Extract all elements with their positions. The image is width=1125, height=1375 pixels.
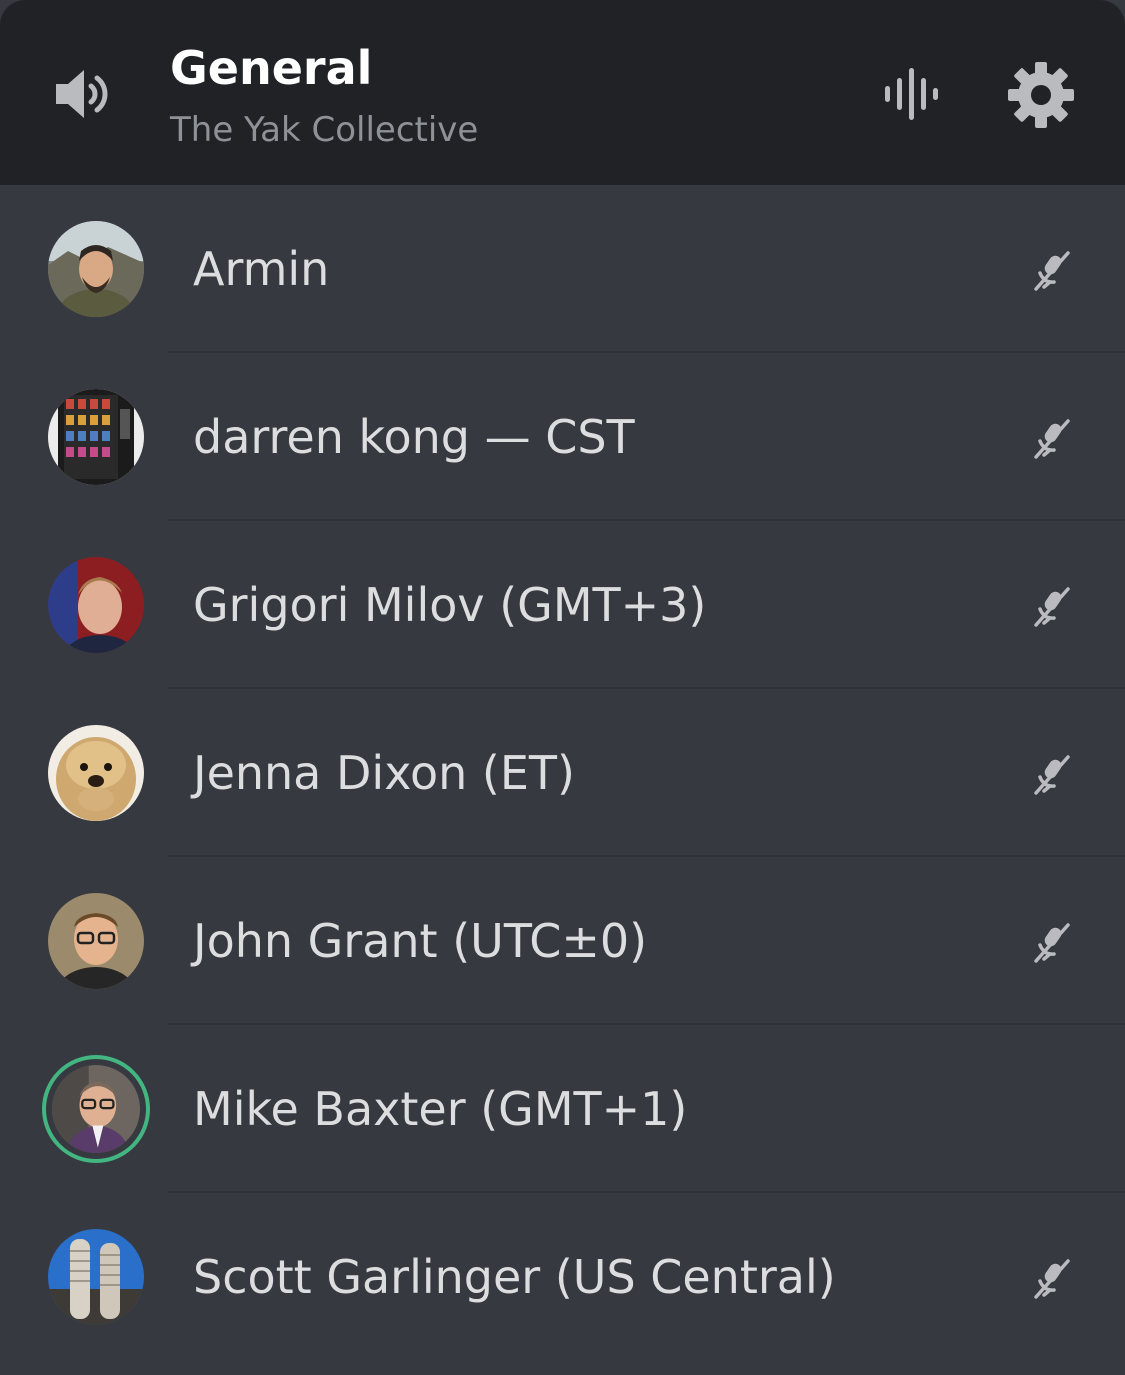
avatar (48, 557, 144, 653)
avatar (42, 1055, 150, 1163)
participant-name: John Grant (UTC±0) (193, 914, 648, 968)
participant-row[interactable]: Grigori Milov (GMT+3) (0, 521, 1125, 689)
participant-row[interactable]: Mike Baxter (GMT+1) (0, 1025, 1125, 1193)
avatar (48, 1229, 144, 1325)
participant-name: Mike Baxter (GMT+1) (193, 1082, 688, 1136)
muted-microphone-icon (1034, 251, 1070, 291)
avatar (48, 893, 144, 989)
participant-name: Armin (193, 242, 330, 296)
avatar (48, 389, 144, 485)
participant-row[interactable]: Scott Garlinger (US Central) (0, 1193, 1125, 1361)
participant-name: Grigori Milov (GMT+3) (193, 578, 707, 632)
voice-channel-panel: General The Yak Collective Armin darren … (0, 0, 1125, 1375)
gear-icon[interactable] (1006, 60, 1076, 130)
muted-microphone-icon (1034, 419, 1070, 459)
participant-row[interactable]: John Grant (UTC±0) (0, 857, 1125, 1025)
server-name: The Yak Collective (170, 110, 479, 150)
participant-row[interactable]: Jenna Dixon (ET) (0, 689, 1125, 857)
muted-microphone-icon (1034, 587, 1070, 627)
channel-title: General (170, 41, 373, 95)
channel-header: General The Yak Collective (0, 0, 1125, 185)
muted-microphone-icon (1034, 755, 1070, 795)
participant-name: Jenna Dixon (ET) (193, 746, 575, 800)
participant-name: darren kong — CST (193, 410, 635, 464)
participant-row[interactable]: Armin (0, 185, 1125, 353)
participant-row[interactable]: darren kong — CST (0, 353, 1125, 521)
voice-activity-icon[interactable] (880, 62, 950, 126)
muted-microphone-icon (1034, 923, 1070, 963)
speaker-icon (56, 70, 108, 118)
participant-list: Armin darren kong — CST Grigori Milov (G… (0, 185, 1125, 1361)
muted-microphone-icon (1034, 1259, 1070, 1299)
participant-name: Scott Garlinger (US Central) (193, 1250, 836, 1304)
avatar (48, 725, 144, 821)
avatar (48, 221, 144, 317)
